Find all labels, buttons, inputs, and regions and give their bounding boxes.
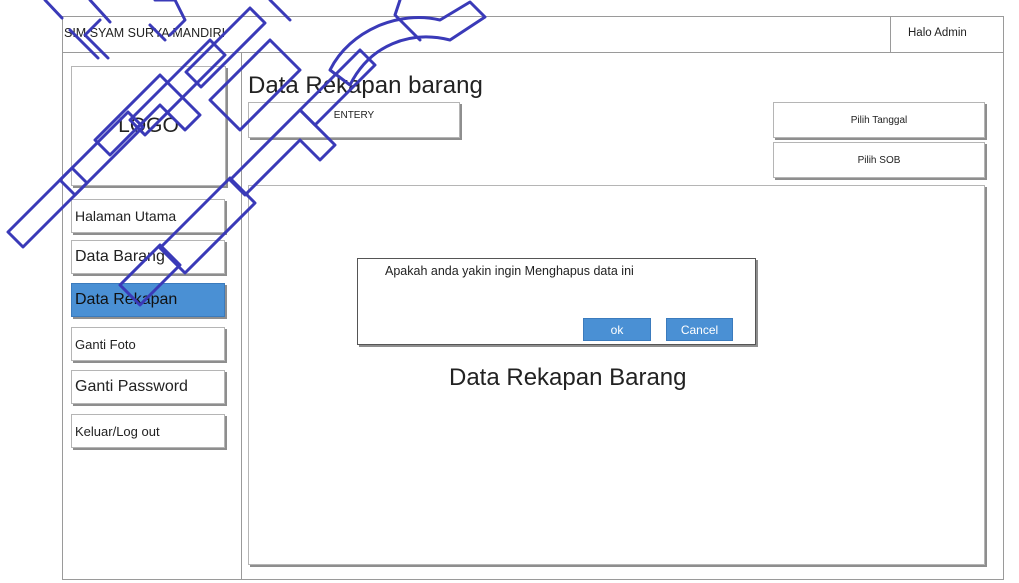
sidebar-item-label: Data Barang xyxy=(75,248,165,265)
top-bar: SIM SYAM SURYA MANDIRI Halo Admin xyxy=(62,16,1004,53)
confirm-delete-dialog: Apakah anda yakin ingin Menghapus data i… xyxy=(357,258,756,345)
sidebar-item-label: Halaman Utama xyxy=(75,208,177,224)
user-greeting: Halo Admin xyxy=(908,27,967,39)
cancel-button[interactable]: Cancel xyxy=(666,318,733,341)
dialog-message: Apakah anda yakin ingin Menghapus data i… xyxy=(385,264,634,278)
ok-button-label: ok xyxy=(610,322,624,337)
sidebar-item-label: Keluar/Log out xyxy=(75,423,160,439)
watermark-stroke xyxy=(43,0,64,20)
topbar-divider xyxy=(890,17,891,52)
sidebar-item-logout[interactable]: Keluar/Log out xyxy=(71,414,225,448)
sidebar-divider xyxy=(241,53,242,580)
pick-sob-button-label: Pilih SOB xyxy=(857,154,901,166)
cancel-button-label: Cancel xyxy=(680,322,719,337)
sidebar-item-data-rekapan[interactable]: Data Rekapan xyxy=(71,283,225,317)
sidebar-item-ganti-password[interactable]: Ganti Password xyxy=(71,370,225,404)
content-label: Data Rekapan Barang xyxy=(449,364,687,391)
sidebar-item-ganti-foto[interactable]: Ganti Foto xyxy=(71,327,225,361)
logo: LOGO xyxy=(71,66,226,186)
logo-text: LOGO xyxy=(118,114,179,137)
sidebar-item-data-barang[interactable]: Data Barang xyxy=(71,240,225,274)
entry-button[interactable]: ENTERY xyxy=(248,102,460,138)
page-title: Data Rekapan barang xyxy=(248,72,483,99)
sidebar-item-halaman-utama[interactable]: Halaman Utama xyxy=(71,199,225,233)
app-title: SIM SYAM SURYA MANDIRI xyxy=(64,26,226,40)
sidebar-item-label: Ganti Foto xyxy=(75,336,136,352)
sidebar-item-label: Data Rekapan xyxy=(75,291,178,308)
pick-sob-button[interactable]: Pilih SOB xyxy=(773,142,985,178)
pick-date-button[interactable]: Pilih Tanggal xyxy=(773,102,985,138)
pick-date-button-label: Pilih Tanggal xyxy=(850,114,908,126)
ok-button[interactable]: ok xyxy=(583,318,651,341)
entry-button-label: ENTERY xyxy=(333,110,375,121)
sidebar-item-label: Ganti Password xyxy=(75,378,188,395)
